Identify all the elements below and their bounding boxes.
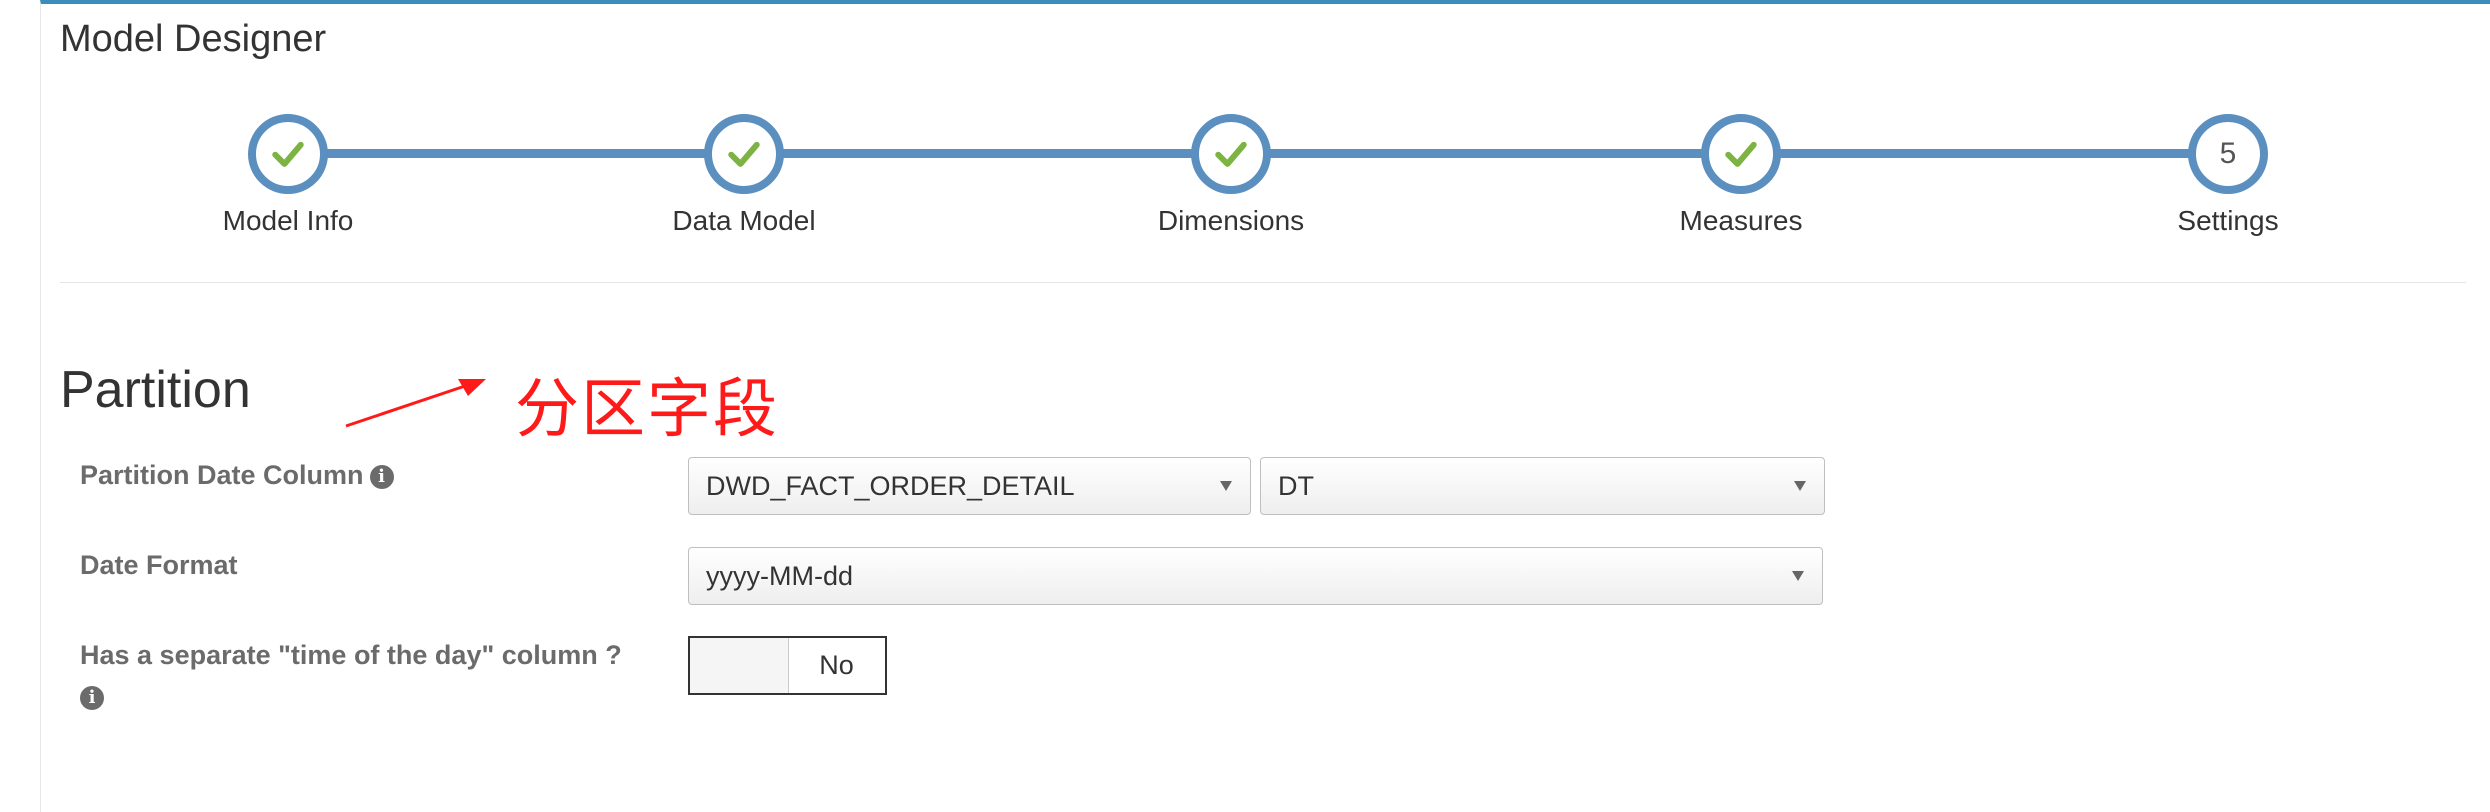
wizard-step-circle[interactable]: 5 bbox=[2188, 114, 2268, 194]
wizard-step-circle[interactable] bbox=[1701, 114, 1781, 194]
info-icon[interactable]: i bbox=[369, 464, 394, 489]
wizard-connector bbox=[1231, 149, 1741, 158]
chevron-down-icon bbox=[1792, 571, 1804, 581]
check-icon bbox=[1215, 141, 1247, 167]
check-icon bbox=[272, 141, 304, 167]
wizard-step-label[interactable]: Data Model bbox=[594, 205, 894, 237]
wizard-step-label[interactable]: Dimensions bbox=[1081, 205, 1381, 237]
check-icon bbox=[1725, 141, 1757, 167]
wizard-connector bbox=[744, 149, 1231, 158]
partition-date-column-label: Partition Date Column i bbox=[80, 460, 394, 491]
section-title-partition: Partition bbox=[60, 361, 251, 419]
wizard-steps: Model Info Data Model Dimensions Measure… bbox=[0, 0, 2490, 300]
annotation-label: 分区字段 bbox=[515, 373, 779, 447]
time-column-info: i bbox=[74, 681, 104, 712]
date-format-label: Date Format bbox=[80, 550, 238, 580]
select-value: yyyy-MM-dd bbox=[706, 561, 853, 591]
select-value: DT bbox=[1278, 471, 1314, 501]
toggle-knob[interactable] bbox=[690, 638, 789, 693]
wizard-step-label[interactable]: Model Info bbox=[138, 205, 438, 237]
date-format-select[interactable]: yyyy-MM-dd bbox=[688, 547, 1823, 605]
wizard-step-label[interactable]: Measures bbox=[1591, 205, 1891, 237]
wizard-step-circle[interactable] bbox=[704, 114, 784, 194]
partition-table-select[interactable]: DWD_FACT_ORDER_DETAIL bbox=[688, 457, 1251, 515]
select-value: DWD_FACT_ORDER_DETAIL bbox=[706, 471, 1075, 501]
toggle-label: No bbox=[819, 650, 854, 680]
time-column-toggle[interactable]: No bbox=[688, 636, 887, 695]
wizard-step-label[interactable]: Settings bbox=[2078, 205, 2378, 237]
info-icon[interactable]: i bbox=[80, 685, 104, 710]
wizard-step-number: 5 bbox=[2219, 137, 2237, 170]
chevron-down-icon bbox=[1794, 481, 1806, 491]
chevron-down-icon bbox=[1220, 481, 1232, 491]
wizard-step-circle[interactable] bbox=[1191, 114, 1271, 194]
wizard-step-circle[interactable] bbox=[248, 114, 328, 194]
wizard-connector bbox=[288, 149, 744, 158]
wizard-connector bbox=[1741, 149, 2228, 158]
field-label-text: Partition Date Column bbox=[80, 460, 364, 490]
section-divider bbox=[60, 282, 2466, 283]
annotation-arrow-icon bbox=[345, 379, 486, 428]
time-column-label: Has a separate "time of the day" column … bbox=[80, 640, 622, 670]
partition-column-select[interactable]: DT bbox=[1260, 457, 1825, 515]
check-icon bbox=[728, 141, 760, 167]
